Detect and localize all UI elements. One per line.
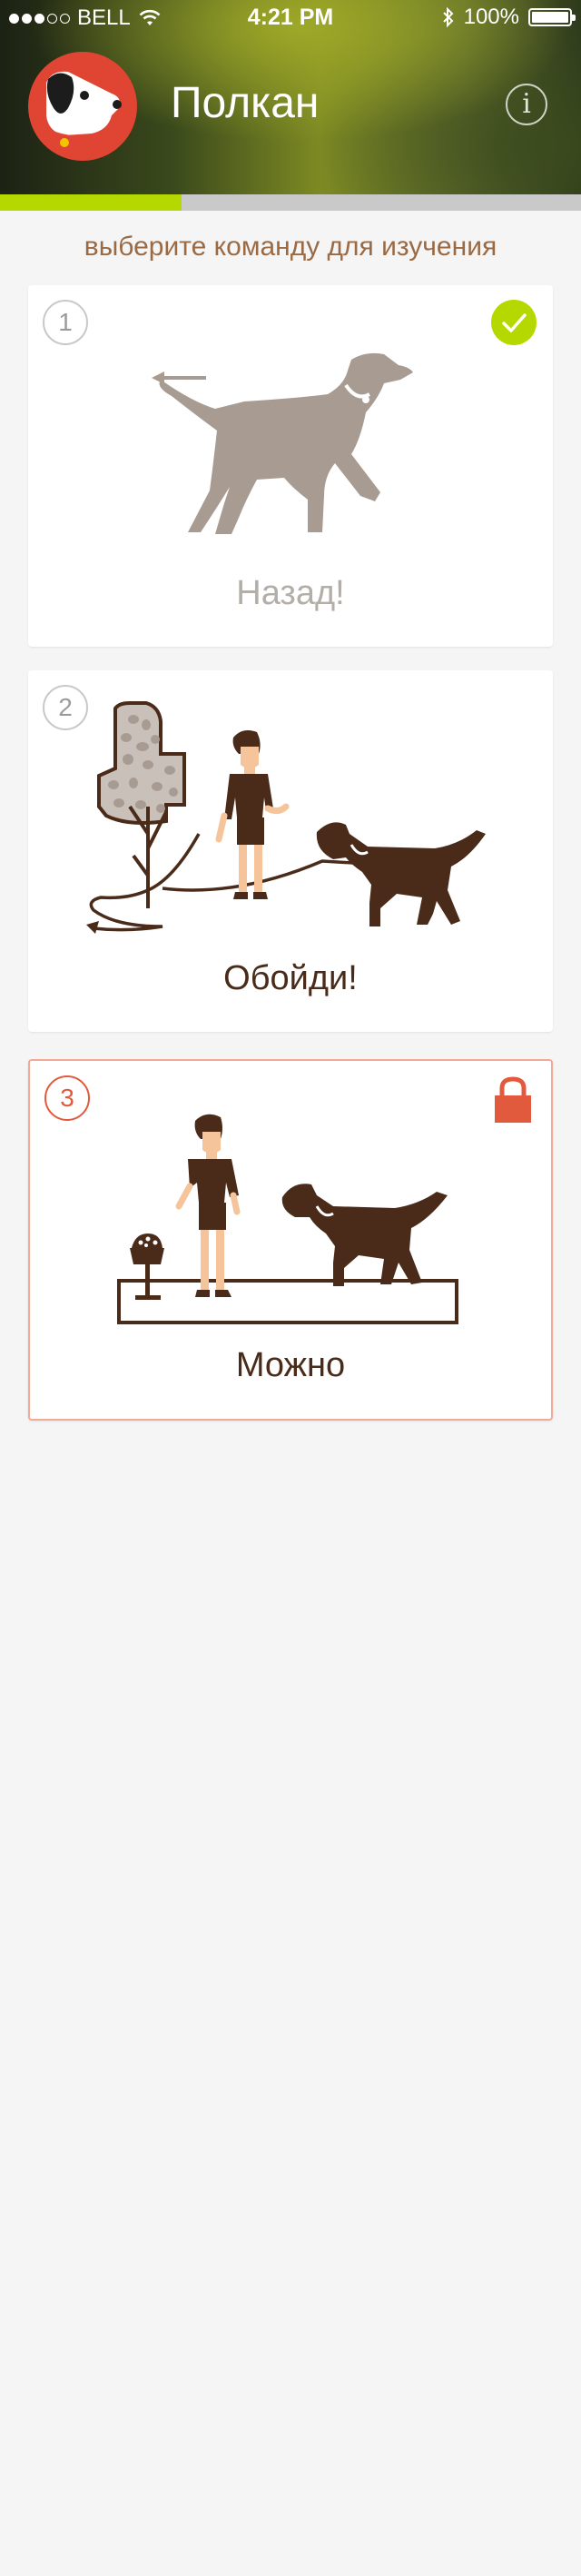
- command-label: Назад!: [236, 574, 345, 612]
- command-card-go-around[interactable]: 2 Обойди!: [28, 670, 553, 1032]
- choose-command-prompt: выберите команду для изучения: [84, 232, 497, 262]
- training-progress-bar: [0, 194, 581, 211]
- status-bar: BELL 4:21 PM 100%: [0, 0, 581, 36]
- status-right: 100%: [442, 5, 576, 30]
- command-card-allowed[interactable]: 3 Можно: [28, 1059, 553, 1421]
- battery-icon: [528, 8, 576, 26]
- command-card-back[interactable]: 1 Назад!: [28, 285, 553, 647]
- dog-walking-back-illustration: [152, 352, 413, 534]
- man-dog-food-bowl-illustration: [117, 1114, 458, 1324]
- battery-percent: 100%: [463, 5, 519, 29]
- command-label: Можно: [235, 1346, 346, 1384]
- dog-face-icon: [46, 71, 122, 147]
- battery-level: [532, 12, 568, 23]
- info-button[interactable]: i: [506, 84, 547, 125]
- training-progress-fill: [0, 194, 182, 211]
- dog-name-title: Полкан: [171, 79, 320, 127]
- man-dog-tree-illustration: [86, 701, 486, 934]
- app-header: BELL 4:21 PM 100% Полкан i: [0, 0, 581, 194]
- command-label: Обойди!: [223, 959, 358, 997]
- bluetooth-icon: [442, 6, 454, 28]
- dog-avatar[interactable]: [28, 52, 137, 161]
